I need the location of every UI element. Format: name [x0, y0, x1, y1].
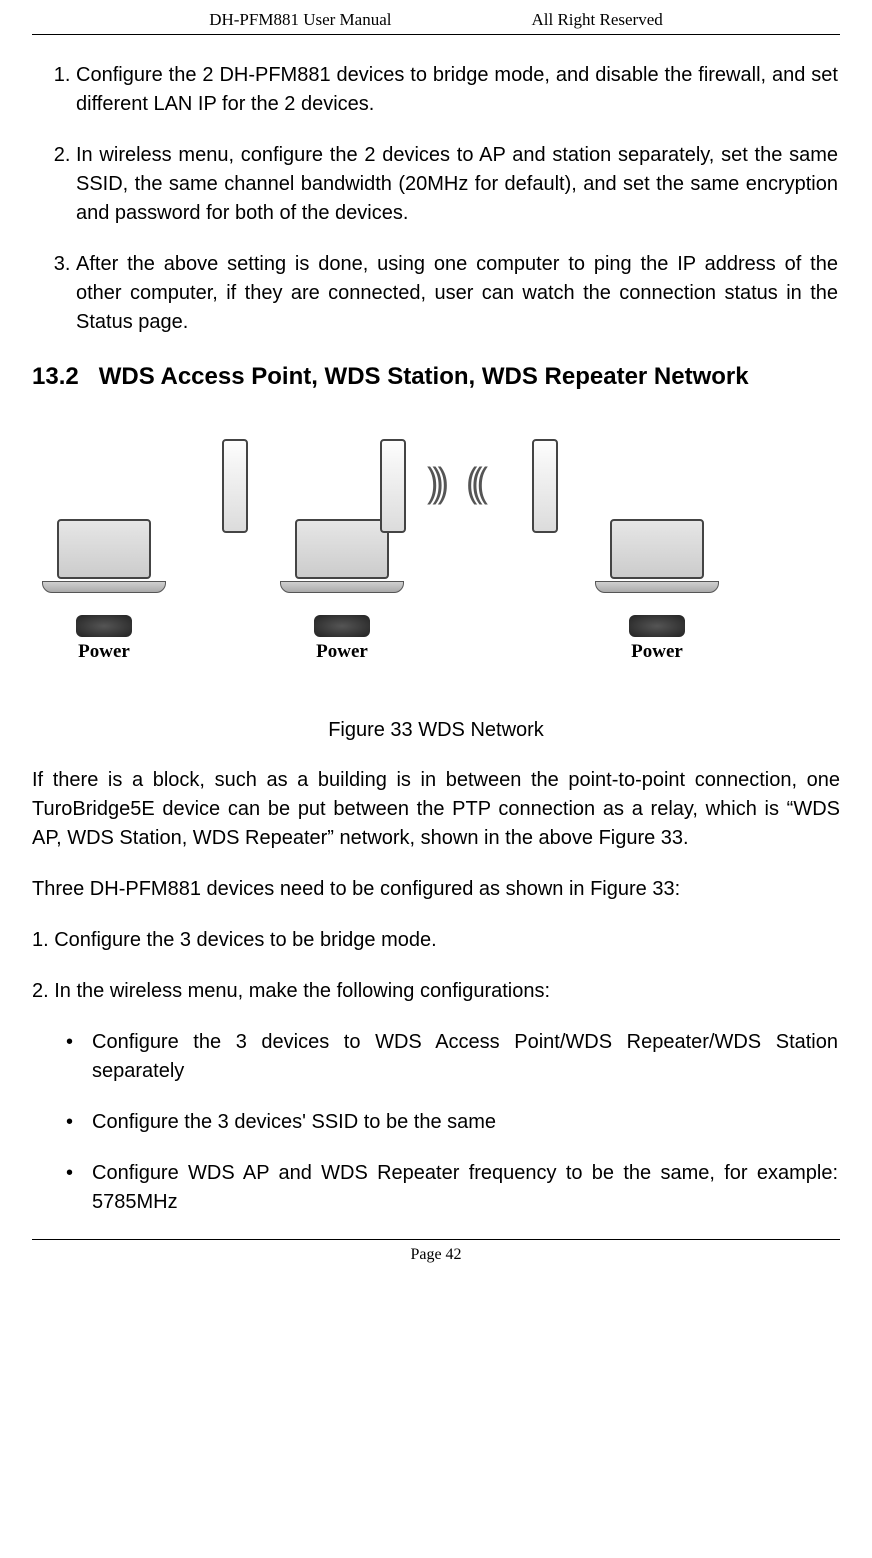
paragraph: 1. Configure the 3 devices to be bridge …	[32, 926, 840, 955]
page-header: DH-PFM881 User Manual All Right Reserved	[32, 10, 840, 35]
power-label: Power	[78, 641, 130, 663]
laptop-right: Power	[587, 519, 727, 663]
signal-waves-icon: )))	[427, 460, 443, 507]
page-footer: Page 42	[32, 1239, 840, 1264]
bullet-item: Configure the 3 devices' SSID to be the …	[92, 1108, 840, 1137]
antenna-3	[532, 439, 558, 537]
numbered-list: Configure the 2 DH-PFM881 devices to bri…	[32, 61, 840, 337]
bullet-list: Configure the 3 devices to WDS Access Po…	[32, 1028, 840, 1217]
paragraph: 2. In the wireless menu, make the follow…	[32, 977, 840, 1006]
antenna-icon	[380, 439, 406, 533]
power-label: Power	[316, 641, 368, 663]
signal-waves-icon: )))	[472, 460, 488, 507]
paragraph: Three DH-PFM881 devices need to be confi…	[32, 875, 840, 904]
laptop-left: Power	[34, 519, 174, 663]
antenna-icon	[222, 439, 248, 533]
laptop-middle: Power	[272, 519, 412, 663]
laptop-icon	[587, 519, 727, 609]
router-icon	[629, 615, 685, 637]
router-icon	[76, 615, 132, 637]
header-left: DH-PFM881 User Manual	[209, 10, 391, 30]
header-right: All Right Reserved	[532, 10, 663, 30]
list-item: Configure the 2 DH-PFM881 devices to bri…	[76, 61, 840, 119]
bullet-item: Configure WDS AP and WDS Repeater freque…	[92, 1159, 840, 1217]
list-item: After the above setting is done, using o…	[76, 250, 840, 337]
figure-caption: Figure 33 WDS Network	[32, 719, 840, 742]
router-icon	[314, 615, 370, 637]
figure-diagram: Power Power ))) )))	[32, 409, 840, 699]
laptop-icon	[34, 519, 174, 609]
section-heading: 13.2 WDS Access Point, WDS Station, WDS R…	[32, 363, 840, 391]
paragraph: If there is a block, such as a building …	[32, 766, 840, 853]
section-title: WDS Access Point, WDS Station, WDS Repea…	[99, 363, 749, 390]
antenna-icon	[532, 439, 558, 533]
antenna-2	[380, 439, 406, 537]
power-label: Power	[631, 641, 683, 663]
list-item: In wireless menu, configure the 2 device…	[76, 141, 840, 228]
antenna-1	[222, 439, 248, 537]
section-number: 13.2	[32, 363, 79, 390]
bullet-item: Configure the 3 devices to WDS Access Po…	[92, 1028, 840, 1086]
